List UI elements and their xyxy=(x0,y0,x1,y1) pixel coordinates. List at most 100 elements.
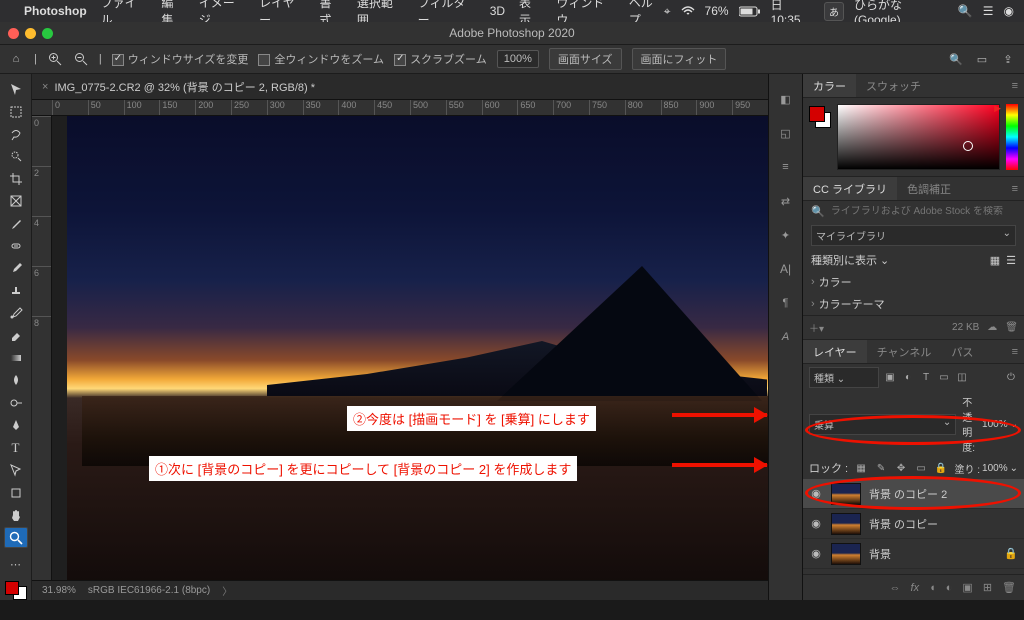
panel-icon-para[interactable]: ¶ xyxy=(775,292,797,314)
tab-paths[interactable]: パス xyxy=(941,340,983,363)
panel-menu-icon[interactable]: ≡ xyxy=(1002,74,1024,97)
panel-menu-icon[interactable]: ≡ xyxy=(1002,340,1024,363)
share-icon[interactable]: ⇪ xyxy=(1000,51,1016,67)
edit-toolbar[interactable]: ⋯ xyxy=(4,554,28,574)
list-view-icon[interactable]: ☰ xyxy=(1006,254,1016,267)
lock-all-icon[interactable]: 🔒 xyxy=(934,463,948,474)
tab-cc-libraries[interactable]: CC ライブラリ xyxy=(803,177,897,200)
frame-tool[interactable] xyxy=(4,191,28,211)
ruler-horizontal[interactable]: 0501001502002503003504004505005506006507… xyxy=(32,100,768,116)
spotlight-icon[interactable]: 🔍 xyxy=(958,4,973,18)
layer-row[interactable]: ◉ 背景 🔒 xyxy=(803,539,1024,569)
panel-icon-char[interactable]: A| xyxy=(775,258,797,280)
trash-icon[interactable]: 🗑 xyxy=(1005,322,1018,333)
zoom-out-icon[interactable] xyxy=(73,51,89,67)
stamp-tool[interactable] xyxy=(4,281,28,301)
lock-paint-icon[interactable]: ✎ xyxy=(874,463,888,474)
adjustment-layer-icon[interactable]: ◐ xyxy=(946,582,953,594)
grid-view-icon[interactable]: ▦ xyxy=(990,254,1000,267)
layer-name[interactable]: 背景 xyxy=(869,546,891,562)
layer-row[interactable]: ◉ 背景 のコピー xyxy=(803,509,1024,539)
shape-tool[interactable] xyxy=(4,482,28,502)
delete-layer-icon[interactable]: 🗑 xyxy=(1002,581,1016,594)
layer-thumb[interactable] xyxy=(831,513,861,535)
tab-channels[interactable]: チャンネル xyxy=(867,340,942,363)
panel-icon-glyph[interactable]: A xyxy=(775,326,797,348)
library-search[interactable]: 🔍 xyxy=(803,201,1024,222)
eraser-tool[interactable] xyxy=(4,325,28,345)
opt-scrubby-zoom[interactable]: スクラブズーム xyxy=(394,51,487,67)
document-tab[interactable]: ×IMG_0775-2.CR2 @ 32% (背景 のコピー 2, RGB/8)… xyxy=(32,74,325,99)
layer-thumb[interactable] xyxy=(831,543,861,565)
crop-tool[interactable] xyxy=(4,169,28,189)
app-name[interactable]: Photoshop xyxy=(24,4,87,18)
workspace-icon[interactable]: ▭ xyxy=(974,51,990,67)
healing-tool[interactable] xyxy=(4,236,28,256)
panel-icon-adjust[interactable]: ⇄ xyxy=(775,190,797,212)
opt-resize-window[interactable]: ウィンドウサイズを変更 xyxy=(112,51,249,67)
color-swatches[interactable] xyxy=(5,581,27,600)
ime-indicator[interactable]: あ xyxy=(824,2,844,21)
fit-canvas-button[interactable]: 画面サイズ xyxy=(549,48,622,70)
notification-icon[interactable]: ☰ xyxy=(983,4,994,18)
filter-type-icon[interactable]: T xyxy=(919,372,933,383)
type-tool[interactable]: T xyxy=(4,438,28,458)
visibility-icon[interactable]: ◉ xyxy=(809,547,823,560)
new-layer-icon[interactable]: ⊞ xyxy=(983,581,992,594)
panel-icon-histogram[interactable]: ◧ xyxy=(775,88,797,110)
cloud-icon[interactable]: ☁ xyxy=(987,322,997,333)
hand-tool[interactable] xyxy=(4,505,28,525)
tab-color[interactable]: カラー xyxy=(803,74,856,97)
quick-select-tool[interactable] xyxy=(4,146,28,166)
fg-bg-swatch[interactable] xyxy=(809,106,831,128)
lock-pos-icon[interactable]: ✥ xyxy=(894,463,908,474)
blur-tool[interactable] xyxy=(4,370,28,390)
opt-zoom-all[interactable]: 全ウィンドウをズーム xyxy=(258,51,384,67)
path-select-tool[interactable] xyxy=(4,460,28,480)
layer-filter-kind[interactable]: 種類 ⌄ xyxy=(809,367,879,388)
tab-adjustments[interactable]: 色調補正 xyxy=(897,177,961,200)
layer-fx-icon[interactable]: fx xyxy=(911,582,920,594)
filter-pixel-icon[interactable]: ▣ xyxy=(883,372,897,383)
zoom-in-icon[interactable] xyxy=(47,51,63,67)
gradient-tool[interactable] xyxy=(4,348,28,368)
lock-artboard-icon[interactable]: ▭ xyxy=(914,463,928,474)
layer-name[interactable]: 背景 のコピー xyxy=(869,516,938,532)
eyedropper-tool[interactable] xyxy=(4,213,28,233)
lib-group-color[interactable]: ›カラー xyxy=(803,271,1024,293)
status-zoom[interactable]: 31.98% xyxy=(42,585,76,596)
home-icon[interactable]: ⌂ xyxy=(8,51,24,67)
marquee-tool[interactable] xyxy=(4,101,28,121)
filter-smart-icon[interactable]: ◫ xyxy=(955,372,969,383)
fit-screen-button[interactable]: 画面にフィット xyxy=(632,48,727,70)
bluetooth-icon[interactable]: ⌖ xyxy=(664,4,671,19)
status-profile[interactable]: sRGB IEC61966-2.1 (8bpc) xyxy=(88,585,210,596)
tab-swatches[interactable]: スウォッチ xyxy=(856,74,931,97)
visibility-icon[interactable]: ◉ xyxy=(809,517,823,530)
panel-icon-styles[interactable]: ✦ xyxy=(775,224,797,246)
wifi-icon[interactable] xyxy=(681,6,695,16)
dodge-tool[interactable] xyxy=(4,393,28,413)
pen-tool[interactable] xyxy=(4,415,28,435)
panel-menu-icon[interactable]: ≡ xyxy=(1002,177,1024,200)
move-tool[interactable] xyxy=(4,79,28,99)
layer-mask-icon[interactable]: ◖ xyxy=(929,582,936,594)
add-icon[interactable]: ＋▾ xyxy=(809,320,824,335)
zoom-field[interactable]: 100% xyxy=(497,50,539,68)
panel-icon-navigator[interactable]: ◱ xyxy=(775,122,797,144)
group-icon[interactable]: ▣ xyxy=(962,581,972,594)
canvas[interactable]: ②今度は [描画モード] を [乗算] にします ①次に [背景のコピー] を更… xyxy=(52,116,768,580)
zoom-tool[interactable] xyxy=(4,527,28,548)
library-search-input[interactable] xyxy=(831,206,1016,217)
siri-icon[interactable]: ◉ xyxy=(1004,4,1014,18)
link-layers-icon[interactable]: ⇔ xyxy=(890,582,901,594)
filter-adjust-icon[interactable]: ◐ xyxy=(901,372,915,383)
view-mode[interactable]: 種類別に表示 ⌄ xyxy=(811,252,889,268)
close-tab-icon[interactable]: × xyxy=(42,81,48,93)
brush-tool[interactable] xyxy=(4,258,28,278)
panel-icon-info[interactable]: ≡ xyxy=(775,156,797,178)
library-select[interactable]: マイライブラリ⌄ xyxy=(811,225,1016,246)
filter-shape-icon[interactable]: ▭ xyxy=(937,372,951,383)
menu-3d[interactable]: 3D xyxy=(490,4,505,18)
lasso-tool[interactable] xyxy=(4,124,28,144)
